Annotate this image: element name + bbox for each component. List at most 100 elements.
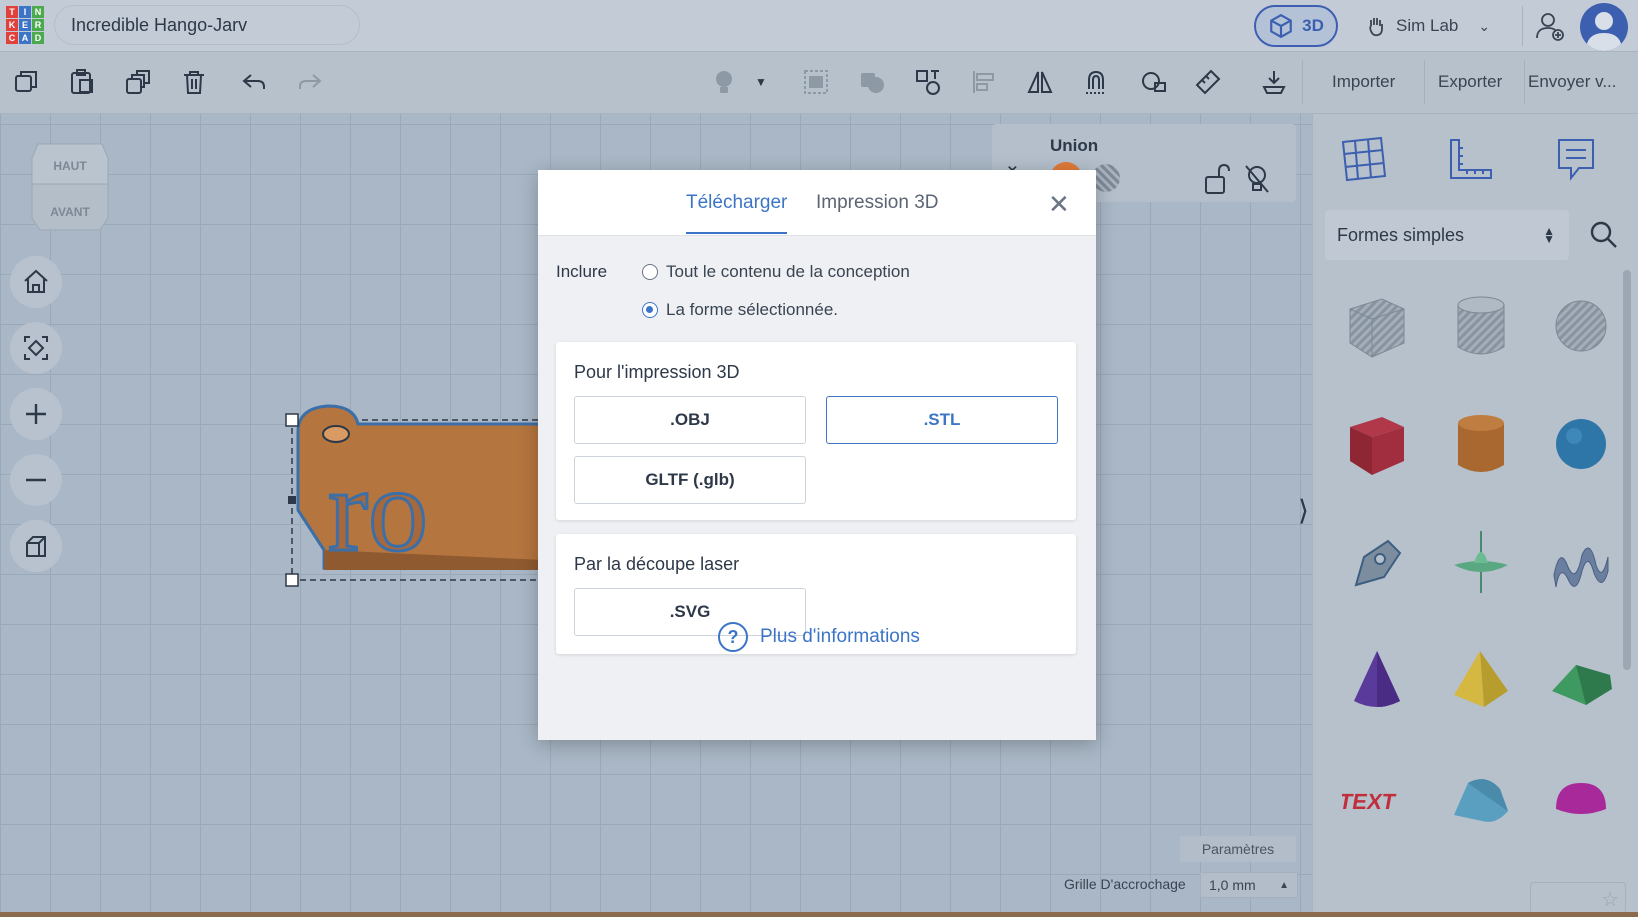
collapse-panel-arrow[interactable]: ⟩	[1298, 494, 1309, 527]
option-all-content[interactable]: Tout le contenu de la conception	[642, 262, 910, 282]
export-button[interactable]: Exporter	[1426, 62, 1514, 102]
zoom-in-button[interactable]	[10, 388, 62, 440]
unlock-icon[interactable]	[1202, 162, 1232, 196]
shape-half-sphere[interactable]	[1541, 758, 1621, 838]
shape-box-hole[interactable]	[1337, 286, 1417, 366]
duplicate-button[interactable]	[118, 62, 158, 102]
undo-button[interactable]	[234, 62, 274, 102]
perspective-button[interactable]	[10, 520, 62, 572]
magnet-button[interactable]	[1076, 62, 1116, 102]
shape-pyramid[interactable]	[1441, 640, 1521, 720]
add-user-button[interactable]	[1530, 6, 1570, 46]
group-button[interactable]	[852, 62, 892, 102]
workplane-grid-button[interactable]	[1333, 128, 1395, 190]
selected-keychain-shape[interactable]: ro	[284, 400, 544, 592]
help-icon: ?	[718, 622, 748, 652]
favorites-box[interactable]: ☆	[1530, 882, 1626, 914]
import-button[interactable]: Importer	[1320, 62, 1407, 102]
drop-to-plane-button[interactable]	[1254, 62, 1294, 102]
export-obj-button[interactable]: .OBJ	[574, 396, 806, 444]
avatar-icon	[1586, 12, 1622, 51]
settings-button[interactable]: Paramètres	[1180, 836, 1296, 862]
box-icon	[1350, 417, 1404, 475]
delete-button[interactable]	[174, 62, 214, 102]
ruler-corner-icon	[1450, 139, 1492, 179]
snap-grid-select[interactable]: 1,0 mm ▲	[1200, 872, 1298, 898]
option-selected-label: La forme sélectionnée.	[666, 300, 838, 319]
group-shapes-icon	[861, 73, 884, 93]
header-divider	[1522, 6, 1523, 46]
spinner-icon	[1454, 531, 1508, 593]
hide-lightbulb-icon[interactable]	[1242, 162, 1272, 196]
export-gltf-button[interactable]: GLTF (.glb)	[574, 456, 806, 504]
viewcube-front-label: AVANT	[50, 205, 90, 219]
half-sphere-icon	[1556, 783, 1606, 814]
tab-3d-print[interactable]: Impression 3D	[816, 192, 939, 232]
close-icon[interactable]: ✕	[1048, 191, 1070, 217]
logo-letter: K	[6, 19, 18, 31]
simlab-dropdown[interactable]: Sim Lab ⌄	[1352, 5, 1510, 47]
ruler-tool-button[interactable]	[1439, 128, 1501, 190]
caret-down-icon: ▼	[755, 75, 767, 89]
view-cube[interactable]: HAUT AVANT	[30, 140, 110, 234]
chevron-down-icon: ⌄	[1478, 17, 1491, 34]
frame-icon	[804, 70, 828, 94]
workplane-button[interactable]	[1132, 62, 1172, 102]
simlab-label: Sim Lab	[1396, 16, 1459, 35]
shape-sphere-hole[interactable]	[1541, 286, 1621, 366]
send-to-button[interactable]: Envoyer v...	[1516, 62, 1629, 102]
shapes-scrollbar[interactable]	[1623, 270, 1631, 670]
shape-search-button[interactable]	[1579, 210, 1629, 260]
more-info-label: Plus d'informations	[760, 626, 920, 647]
laser-section-title: Par la découpe laser	[574, 554, 740, 574]
radio-unchecked[interactable]	[642, 264, 658, 280]
mirror-button[interactable]	[1020, 62, 1060, 102]
shape-cylinder-hole[interactable]	[1441, 286, 1521, 366]
shape-wave[interactable]	[1541, 522, 1621, 602]
tab-download[interactable]: Télécharger	[686, 192, 788, 234]
logo-letter: E	[19, 19, 31, 31]
notes-button[interactable]	[1545, 128, 1607, 190]
cruise-button[interactable]	[908, 62, 948, 102]
radio-checked[interactable]	[642, 302, 658, 318]
shape-sphere[interactable]	[1541, 404, 1621, 484]
print-3d-section: Pour l'impression 3D .OBJ .STL GLTF (.gl…	[556, 342, 1076, 520]
shape-scribble[interactable]	[1337, 522, 1417, 602]
more-info-link[interactable]: ? Plus d'informations	[718, 622, 920, 652]
settings-label: Paramètres	[1201, 841, 1275, 857]
edit-toolbar: ▼ Importer Exporter Envoyer v...	[0, 52, 1638, 114]
logo-letter: R	[32, 19, 44, 31]
visibility-dropdown[interactable]: ▼	[750, 62, 772, 102]
ruler-button[interactable]	[1188, 62, 1228, 102]
shape-cylinder[interactable]	[1441, 404, 1521, 484]
view-3d-button[interactable]: 3D	[1254, 5, 1338, 47]
toolbar-divider	[1302, 60, 1303, 104]
wave-icon	[1553, 547, 1609, 588]
shape-half-cylinder[interactable]	[1441, 758, 1521, 838]
top-bar: TIN KER CAD Incredible Hango-Jarv 3D Sim L…	[0, 0, 1638, 52]
shape-text: ro	[328, 443, 428, 576]
align-button[interactable]	[964, 62, 1004, 102]
zoom-out-button[interactable]	[10, 454, 62, 506]
export-stl-button[interactable]: .STL	[826, 396, 1058, 444]
dialog-header: Télécharger Impression 3D ✕	[538, 170, 1096, 236]
format-label: GLTF (.glb)	[645, 470, 735, 489]
home-view-button[interactable]	[10, 256, 62, 308]
show-hide-button[interactable]	[704, 62, 744, 102]
shape-category-select[interactable]: Formes simples ▲ ▼	[1325, 210, 1569, 260]
tinkercad-logo[interactable]: TIN KER CAD	[6, 6, 44, 44]
group-view-button[interactable]	[796, 62, 836, 102]
fit-view-button[interactable]	[10, 322, 62, 374]
option-selected-shape[interactable]: La forme sélectionnée.	[642, 300, 838, 320]
shape-text[interactable]: TEXT	[1337, 758, 1417, 838]
shape-roof[interactable]	[1541, 640, 1621, 720]
redo-button[interactable]	[290, 62, 330, 102]
shape-box[interactable]	[1337, 404, 1417, 484]
shape-cone[interactable]	[1337, 640, 1417, 720]
paste-button[interactable]	[62, 62, 102, 102]
design-title-field[interactable]: Incredible Hango-Jarv	[54, 5, 360, 45]
copy-button[interactable]	[6, 62, 46, 102]
shape-paraboloid[interactable]	[1441, 522, 1521, 602]
user-avatar[interactable]	[1580, 3, 1628, 51]
hole-swatch[interactable]	[1092, 164, 1120, 192]
